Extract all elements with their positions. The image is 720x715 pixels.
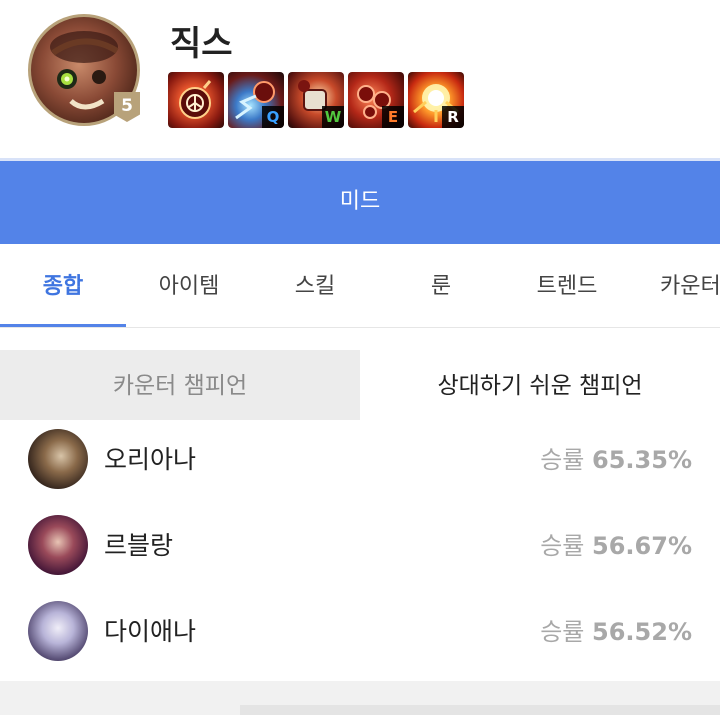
win-rate-value: 56.52% <box>592 618 692 646</box>
champion-level-badge: 5 <box>114 92 140 122</box>
bomb-icon <box>179 80 212 119</box>
active-tab-indicator <box>0 324 126 327</box>
skill-key-q: Q <box>262 106 284 128</box>
win-rate-label: 승률 <box>540 532 585 560</box>
champion-name: 직스 <box>170 24 233 64</box>
orianna-portrait-icon <box>28 429 88 489</box>
satchel-charge-skill[interactable]: W <box>288 72 344 128</box>
win-rate-value: 65.35% <box>592 446 692 474</box>
tab-runes[interactable]: 룬 <box>378 244 504 327</box>
champion-name: 오리아나 <box>104 445 197 474</box>
skill-key-w: W <box>322 106 344 128</box>
tab-overview[interactable]: 종합 <box>0 244 126 327</box>
hexplosive-minefield-skill[interactable]: E <box>348 72 404 128</box>
easy-champions-tab[interactable]: 상대하기 쉬운 챔피언 <box>360 350 720 420</box>
skill-key-r: R <box>442 106 464 128</box>
win-rate: 승률 56.67% <box>540 506 692 586</box>
passive-bomb-icon[interactable] <box>168 72 224 128</box>
skill-key-e: E <box>382 106 404 128</box>
champion-header: 5 직스 Q W E R <box>0 0 720 158</box>
tab-items[interactable]: 아이템 <box>126 244 252 327</box>
champion-name: 르블랑 <box>104 531 174 560</box>
list-item[interactable]: 르블랑 승률 56.67% <box>0 506 720 592</box>
list-item[interactable]: 다이애나 승률 56.52% <box>0 592 720 678</box>
counter-champions-tab[interactable]: 카운터 챔피언 <box>0 350 360 420</box>
tab-skills[interactable]: 스킬 <box>252 244 378 327</box>
bouncing-bomb-skill[interactable]: Q <box>228 72 284 128</box>
win-rate-label: 승률 <box>540 446 585 474</box>
win-rate-label: 승률 <box>540 618 585 646</box>
tab-bar: 종합 아이템 스킬 룬 트렌드 카운터 <box>0 244 720 328</box>
diana-portrait-icon <box>28 601 88 661</box>
tab-counter[interactable]: 카운터 <box>630 244 720 327</box>
list-item[interactable]: 오리아나 승률 65.35% <box>0 420 720 506</box>
win-rate: 승률 56.52% <box>540 592 692 672</box>
role-selector[interactable]: 미드 <box>0 158 720 244</box>
matchup-tabs: 카운터 챔피언 상대하기 쉬운 챔피언 <box>0 350 720 420</box>
mega-inferno-bomb-skill[interactable]: R <box>408 72 464 128</box>
skill-list: Q W E R <box>168 72 464 128</box>
win-rate-value: 56.67% <box>592 532 692 560</box>
leblanc-portrait-icon <box>28 515 88 575</box>
tab-trends[interactable]: 트렌드 <box>504 244 630 327</box>
win-rate: 승률 65.35% <box>540 420 692 500</box>
next-section-tab-hint <box>240 705 720 715</box>
champion-name: 다이애나 <box>104 617 197 646</box>
